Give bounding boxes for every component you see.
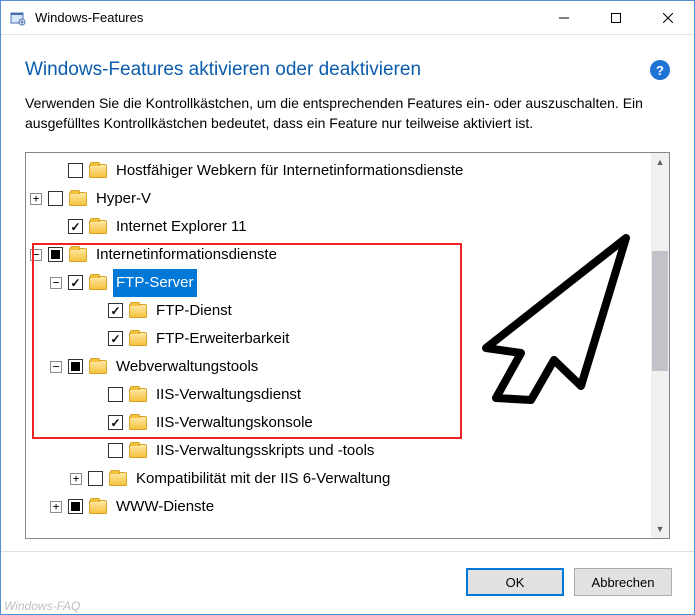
folder-icon	[89, 276, 107, 290]
feature-label[interactable]: IIS-Verwaltungskonsole	[153, 409, 316, 437]
window-frame: Windows-Features Windows-Features aktivi…	[0, 0, 695, 615]
tree-row[interactable]: − Internetinformationsdienste	[30, 241, 651, 269]
folder-icon	[69, 248, 87, 262]
feature-label[interactable]: WWW-Dienste	[113, 493, 217, 521]
titlebar[interactable]: Windows-Features	[1, 1, 694, 35]
tree-row[interactable]: IIS-Verwaltungskonsole	[30, 409, 651, 437]
close-button[interactable]	[642, 1, 694, 34]
tree-viewport: Hostfähiger Webkern für Internetinformat…	[26, 153, 651, 538]
expander-minus-icon[interactable]: −	[50, 277, 62, 289]
scroll-down-arrow[interactable]: ▼	[651, 520, 669, 538]
feature-label[interactable]: Hyper-V	[93, 185, 154, 213]
tree-row[interactable]: Internet Explorer 11	[30, 213, 651, 241]
app-icon	[9, 9, 27, 27]
folder-icon	[129, 304, 147, 318]
scroll-track[interactable]	[651, 171, 669, 520]
feature-checkbox[interactable]	[108, 303, 123, 318]
help-icon[interactable]: ?	[650, 60, 670, 80]
folder-icon	[109, 472, 127, 486]
page-heading: Windows-Features aktivieren oder deaktiv…	[25, 59, 650, 81]
feature-label[interactable]: Webverwaltungstools	[113, 353, 261, 381]
expander-plus-icon[interactable]: +	[30, 193, 42, 205]
feature-label[interactable]: Internet Explorer 11	[113, 213, 250, 241]
feature-label[interactable]: IIS-Verwaltungsdienst	[153, 381, 304, 409]
feature-label[interactable]: FTP-Erweiterbarkeit	[153, 325, 292, 353]
folder-icon	[129, 444, 147, 458]
features-tree: Hostfähiger Webkern für Internetinformat…	[25, 152, 670, 539]
folder-icon	[89, 500, 107, 514]
folder-icon	[89, 220, 107, 234]
tree-row[interactable]: − Webverwaltungstools	[30, 353, 651, 381]
ok-button[interactable]: OK	[466, 568, 564, 596]
tree-row[interactable]: − FTP-Server	[30, 269, 651, 297]
heading-row: Windows-Features aktivieren oder deaktiv…	[25, 59, 670, 81]
folder-icon	[89, 164, 107, 178]
folder-icon	[129, 416, 147, 430]
expander-none	[90, 417, 102, 429]
expander-plus-icon[interactable]: +	[50, 501, 62, 513]
expander-plus-icon[interactable]: +	[70, 473, 82, 485]
tree-row[interactable]: FTP-Erweiterbarkeit	[30, 325, 651, 353]
expander-none	[50, 165, 62, 177]
expander-none	[50, 221, 62, 233]
cancel-button[interactable]: Abbrechen	[574, 568, 672, 596]
tree-row[interactable]: + Hyper-V	[30, 185, 651, 213]
window-controls	[538, 1, 694, 34]
folder-icon	[129, 388, 147, 402]
feature-checkbox[interactable]	[108, 331, 123, 346]
tree-row[interactable]: + Kompatibilität mit der IIS 6-Verwaltung	[30, 465, 651, 493]
feature-checkbox[interactable]	[48, 191, 63, 206]
expander-minus-icon[interactable]: −	[50, 361, 62, 373]
expander-none	[90, 389, 102, 401]
expander-none	[90, 333, 102, 345]
feature-label[interactable]: IIS-Verwaltungsskripts und -tools	[153, 437, 377, 465]
dialog-buttons: OK Abbrechen	[1, 551, 694, 614]
folder-icon	[129, 332, 147, 346]
expander-minus-icon[interactable]: −	[30, 249, 42, 261]
description-text: Verwenden Sie die Kontrollkästchen, um d…	[25, 93, 670, 134]
feature-label[interactable]: FTP-Dienst	[153, 297, 235, 325]
maximize-button[interactable]	[590, 1, 642, 34]
feature-checkbox[interactable]	[88, 471, 103, 486]
folder-icon	[69, 192, 87, 206]
tree-row[interactable]: IIS-Verwaltungsskripts und -tools	[30, 437, 651, 465]
tree-row[interactable]: + WWW-Dienste	[30, 493, 651, 521]
feature-checkbox[interactable]	[68, 359, 83, 374]
feature-checkbox[interactable]	[68, 499, 83, 514]
tree-row[interactable]: FTP-Dienst	[30, 297, 651, 325]
tree-row[interactable]: IIS-Verwaltungsdienst	[30, 381, 651, 409]
scroll-up-arrow[interactable]: ▲	[651, 153, 669, 171]
minimize-button[interactable]	[538, 1, 590, 34]
feature-label[interactable]: Hostfähiger Webkern für Internetinformat…	[113, 157, 466, 185]
feature-checkbox[interactable]	[108, 387, 123, 402]
tree-row[interactable]: Hostfähiger Webkern für Internetinformat…	[30, 157, 651, 185]
scrollbar-vertical[interactable]: ▲ ▼	[651, 153, 669, 538]
watermark: Windows-FAQ	[4, 599, 80, 613]
feature-checkbox[interactable]	[68, 275, 83, 290]
feature-label[interactable]: Internetinformationsdienste	[93, 241, 280, 269]
feature-checkbox[interactable]	[108, 443, 123, 458]
feature-label[interactable]: FTP-Server	[113, 269, 197, 297]
expander-none	[90, 445, 102, 457]
feature-label[interactable]: Kompatibilität mit der IIS 6-Verwaltung	[133, 465, 393, 493]
content-pane: Windows-Features aktivieren oder deaktiv…	[1, 35, 694, 551]
feature-checkbox[interactable]	[68, 163, 83, 178]
feature-checkbox[interactable]	[108, 415, 123, 430]
feature-checkbox[interactable]	[48, 247, 63, 262]
feature-checkbox[interactable]	[68, 219, 83, 234]
scroll-thumb[interactable]	[652, 251, 668, 371]
expander-none	[90, 305, 102, 317]
window-title: Windows-Features	[35, 10, 538, 25]
folder-icon	[89, 360, 107, 374]
